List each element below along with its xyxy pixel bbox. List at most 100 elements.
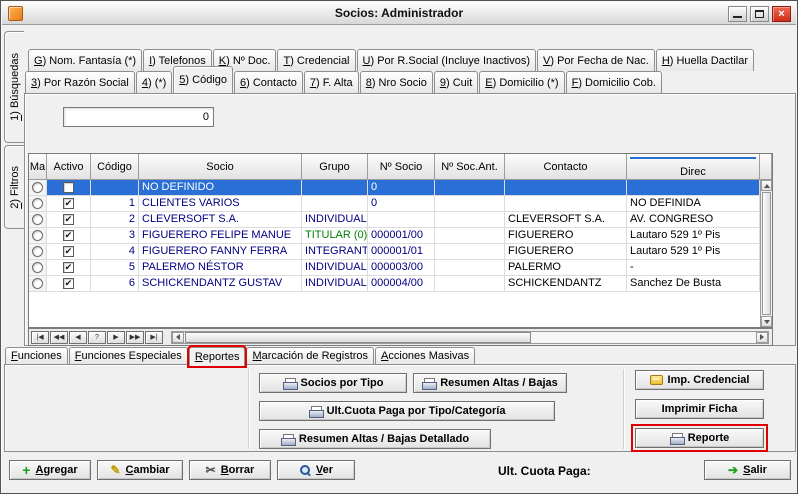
search-tab-row2-5[interactable]: 8) Nro Socio [360,71,433,93]
nav-next-page-button[interactable]: ▶▶ [126,331,144,344]
cell-codigo[interactable]: 2 [91,212,139,228]
nav-next-button[interactable]: ▶ [107,331,125,344]
cell-activo[interactable]: ✔ [47,228,91,244]
cell-nro-soc-ant[interactable] [435,196,505,212]
cell-socio[interactable]: SCHICKENDANTZ GUSTAV [139,276,302,292]
column-header-6[interactable]: Nº Soc.Ant. [435,154,505,180]
grid-row[interactable]: ✔4FIGUERERO FANNY FERRAINTEGRANT000001/0… [29,244,772,260]
reporte-button[interactable]: Reporte [635,428,764,448]
radio-indicator[interactable] [32,246,43,257]
nav-prior-page-button[interactable]: ◀◀ [50,331,68,344]
search-tab-row1-0[interactable]: G) Nom. Fantasía (*) [28,49,142,71]
cell-socio[interactable]: CLIENTES VARIOS [139,196,302,212]
cell-socio[interactable]: CLEVERSOFT S.A. [139,212,302,228]
grid-row[interactable]: ✔2CLEVERSOFT S.A.INDIVIDUALCLEVERSOFT S.… [29,212,772,228]
column-header-8[interactable]: Direc [627,154,760,180]
close-button[interactable]: × [772,6,791,22]
cell-grupo[interactable] [302,180,368,196]
cell-direccion[interactable]: - [627,260,760,276]
search-tab-row2-4[interactable]: 7) F. Alta [304,71,359,93]
cell-codigo[interactable]: 4 [91,244,139,260]
cell-marca[interactable] [29,228,47,244]
cell-marca[interactable] [29,276,47,292]
search-tab-row1-5[interactable]: V) Por Fecha de Nac. [537,49,655,71]
cell-grupo[interactable]: INDIVIDUAL [302,212,368,228]
cell-socio[interactable]: PALERMO NÉSTOR [139,260,302,276]
search-tab-row2-7[interactable]: E) Domicilio (*) [479,71,564,93]
minimize-button[interactable] [728,6,747,22]
cell-codigo[interactable]: 5 [91,260,139,276]
cell-nro-soc-ant[interactable] [435,260,505,276]
search-tab-row2-8[interactable]: F) Domicilio Cob. [566,71,662,93]
nav-last-button[interactable]: ▶| [145,331,163,344]
activo-checkbox[interactable]: ✔ [63,262,74,273]
grid-row[interactable]: ✔1CLIENTES VARIOS0NO DEFINIDA [29,196,772,212]
nav-first-button[interactable]: |◀ [31,331,49,344]
side-tab-1[interactable]: 1) Búsquedas [4,31,24,143]
cell-activo[interactable]: ✔ [47,276,91,292]
search-tab-row2-0[interactable]: 3) Por Razón Social [25,71,135,93]
cell-marca[interactable] [29,196,47,212]
cell-nro-socio[interactable]: 000003/00 [368,260,435,276]
bottom-tab-0[interactable]: Funciones [5,347,68,364]
cell-direccion[interactable] [627,180,760,196]
cell-grupo[interactable]: INDIVIDUAL [302,260,368,276]
socios-por-tipo-button[interactable]: Socios por Tipo [259,373,407,393]
radio-indicator[interactable] [32,278,43,289]
cell-contacto[interactable]: CLEVERSOFT S.A. [505,212,627,228]
cell-activo[interactable]: ✔ [47,196,91,212]
cell-direccion[interactable]: Lautaro 529 1º Pis [627,244,760,260]
cell-direccion[interactable]: NO DEFINIDA [627,196,760,212]
column-header-1[interactable]: Activo [47,154,91,180]
grid-vertical-scrollbar[interactable] [760,180,772,327]
search-tab-row2-2[interactable]: 5) Código [173,66,233,93]
radio-indicator[interactable] [32,262,43,273]
activo-checkbox[interactable]: ✔ [63,278,74,289]
borrar-button[interactable]: ✂ Borrar [189,460,271,480]
search-tab-row1-6[interactable]: H) Huella Dactilar [656,49,754,71]
cell-activo[interactable]: ✔ [47,260,91,276]
cell-nro-soc-ant[interactable] [435,276,505,292]
activo-checkbox[interactable]: ✔ [63,230,74,241]
column-header-0[interactable]: Ma [29,154,47,180]
activo-checkbox[interactable] [63,182,74,193]
cell-contacto[interactable] [505,196,627,212]
grid-row[interactable]: ✔3FIGUERERO FELIPE MANUETITULAR (0)00000… [29,228,772,244]
cell-grupo[interactable]: INDIVIDUAL [302,276,368,292]
grid-row[interactable]: NO DEFINIDO0 [29,180,772,196]
grid-row[interactable]: ✔6SCHICKENDANTZ GUSTAVINDIVIDUAL000004/0… [29,276,772,292]
ult-cuota-tipo-button[interactable]: Ult.Cuota Paga por Tipo/Categoría [259,401,555,421]
cell-contacto[interactable] [505,180,627,196]
radio-indicator[interactable] [32,214,43,225]
cell-nro-soc-ant[interactable] [435,180,505,196]
bottom-tab-1[interactable]: Funciones Especiales [69,347,188,364]
cell-nro-socio[interactable]: 0 [368,196,435,212]
cell-grupo[interactable]: TITULAR (0) [302,228,368,244]
search-tab-row2-6[interactable]: 9) Cuit [434,71,478,93]
column-header-3[interactable]: Socio [139,154,302,180]
imprimir-ficha-button[interactable]: Imprimir Ficha [635,399,764,419]
scroll-down-icon[interactable] [761,316,772,327]
cell-activo[interactable]: ✔ [47,212,91,228]
cell-contacto[interactable]: PALERMO [505,260,627,276]
cell-codigo[interactable]: 6 [91,276,139,292]
cell-grupo[interactable] [302,196,368,212]
bottom-tab-2[interactable]: Reportes [189,347,246,366]
radio-indicator[interactable] [32,198,43,209]
vertical-scroll-thumb[interactable] [762,192,771,315]
horizontal-scroll-thumb[interactable] [185,332,531,343]
cell-marca[interactable] [29,180,47,196]
search-tab-row1-3[interactable]: T) Credencial [277,49,355,71]
cell-contacto[interactable]: FIGUERERO [505,244,627,260]
cell-nro-soc-ant[interactable] [435,212,505,228]
activo-checkbox[interactable]: ✔ [63,214,74,225]
salir-button[interactable]: ➔ Salir [704,460,791,480]
search-tab-row2-1[interactable]: 4) (*) [136,71,172,93]
cell-nro-soc-ant[interactable] [435,244,505,260]
cell-nro-socio[interactable]: 000001/00 [368,228,435,244]
bottom-tab-3[interactable]: Marcación de Registros [246,347,374,364]
column-header-7[interactable]: Contacto [505,154,627,180]
side-tab-2[interactable]: 2) Filtros [4,145,24,229]
scroll-left-icon[interactable] [172,332,184,343]
cambiar-button[interactable]: ✎ Cambiar [97,460,183,480]
